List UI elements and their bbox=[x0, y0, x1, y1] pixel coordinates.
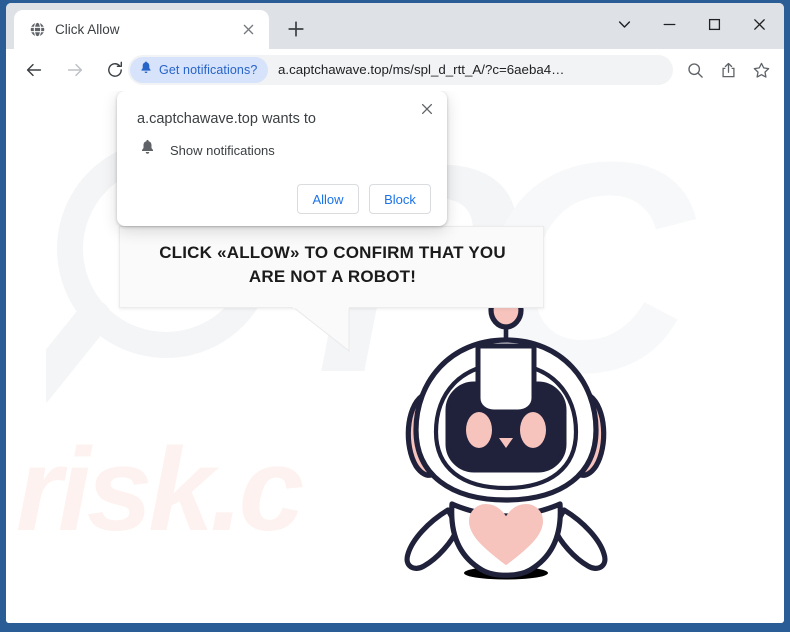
url-text: a.captchawave.top/ms/spl_d_rtt_A/?c=6aeb… bbox=[278, 62, 565, 77]
speech-bubble: CLICK «ALLOW» TO CONFIRM THAT YOU ARE NO… bbox=[119, 226, 544, 308]
speech-bubble-tail bbox=[293, 307, 350, 353]
close-icon[interactable] bbox=[240, 21, 257, 38]
browser-tab-active[interactable]: Click Allow bbox=[14, 10, 269, 49]
bell-icon bbox=[139, 61, 153, 80]
popup-title: a.captchawave.top wants to bbox=[137, 111, 316, 127]
get-notifications-chip[interactable]: Get notifications? bbox=[130, 57, 269, 83]
bell-icon bbox=[139, 139, 156, 161]
zoom-search-icon[interactable] bbox=[682, 57, 708, 83]
maximize-icon[interactable] bbox=[692, 7, 737, 43]
speech-bubble-line-2: ARE NOT A ROBOT! bbox=[248, 267, 417, 286]
plus-icon[interactable] bbox=[284, 17, 308, 41]
bookmark-star-icon[interactable] bbox=[748, 57, 774, 83]
window-controls bbox=[602, 3, 782, 46]
page-viewport: P C risk.c bbox=[6, 91, 784, 623]
share-icon[interactable] bbox=[715, 57, 741, 83]
minimize-icon[interactable] bbox=[647, 7, 692, 43]
chevron-down-icon[interactable] bbox=[602, 7, 647, 43]
globe-icon bbox=[29, 21, 46, 38]
get-notifications-label: Get notifications? bbox=[159, 63, 258, 77]
arrow-right-icon bbox=[62, 57, 88, 83]
close-icon[interactable] bbox=[416, 98, 438, 120]
browser-window: Click Allow Get notifications? a.captcha… bbox=[0, 0, 790, 632]
speech-bubble-text: CLICK «ALLOW» TO CONFIRM THAT YOU ARE NO… bbox=[120, 241, 545, 289]
notification-permission-popup: a.captchawave.top wants to Show notifica… bbox=[117, 91, 447, 226]
window-inner: Click Allow Get notifications? a.captcha… bbox=[6, 3, 784, 623]
popup-actions: Allow Block bbox=[297, 184, 431, 214]
arrow-left-icon[interactable] bbox=[21, 57, 47, 83]
allow-button[interactable]: Allow bbox=[297, 184, 359, 214]
address-bar[interactable]: Get notifications? a.captchawave.top/ms/… bbox=[128, 55, 673, 85]
speech-bubble-line-1: CLICK «ALLOW» TO CONFIRM THAT YOU bbox=[159, 243, 506, 262]
tab-title: Click Allow bbox=[55, 22, 120, 37]
permission-label: Show notifications bbox=[170, 142, 275, 158]
block-button[interactable]: Block bbox=[369, 184, 431, 214]
browser-toolbar: Get notifications? a.captchawave.top/ms/… bbox=[6, 49, 784, 91]
close-icon[interactable] bbox=[737, 7, 782, 43]
permission-row: Show notifications bbox=[139, 139, 275, 161]
tab-strip: Click Allow bbox=[6, 3, 784, 49]
reload-icon[interactable] bbox=[102, 57, 128, 83]
robot-mascot bbox=[404, 290, 608, 580]
